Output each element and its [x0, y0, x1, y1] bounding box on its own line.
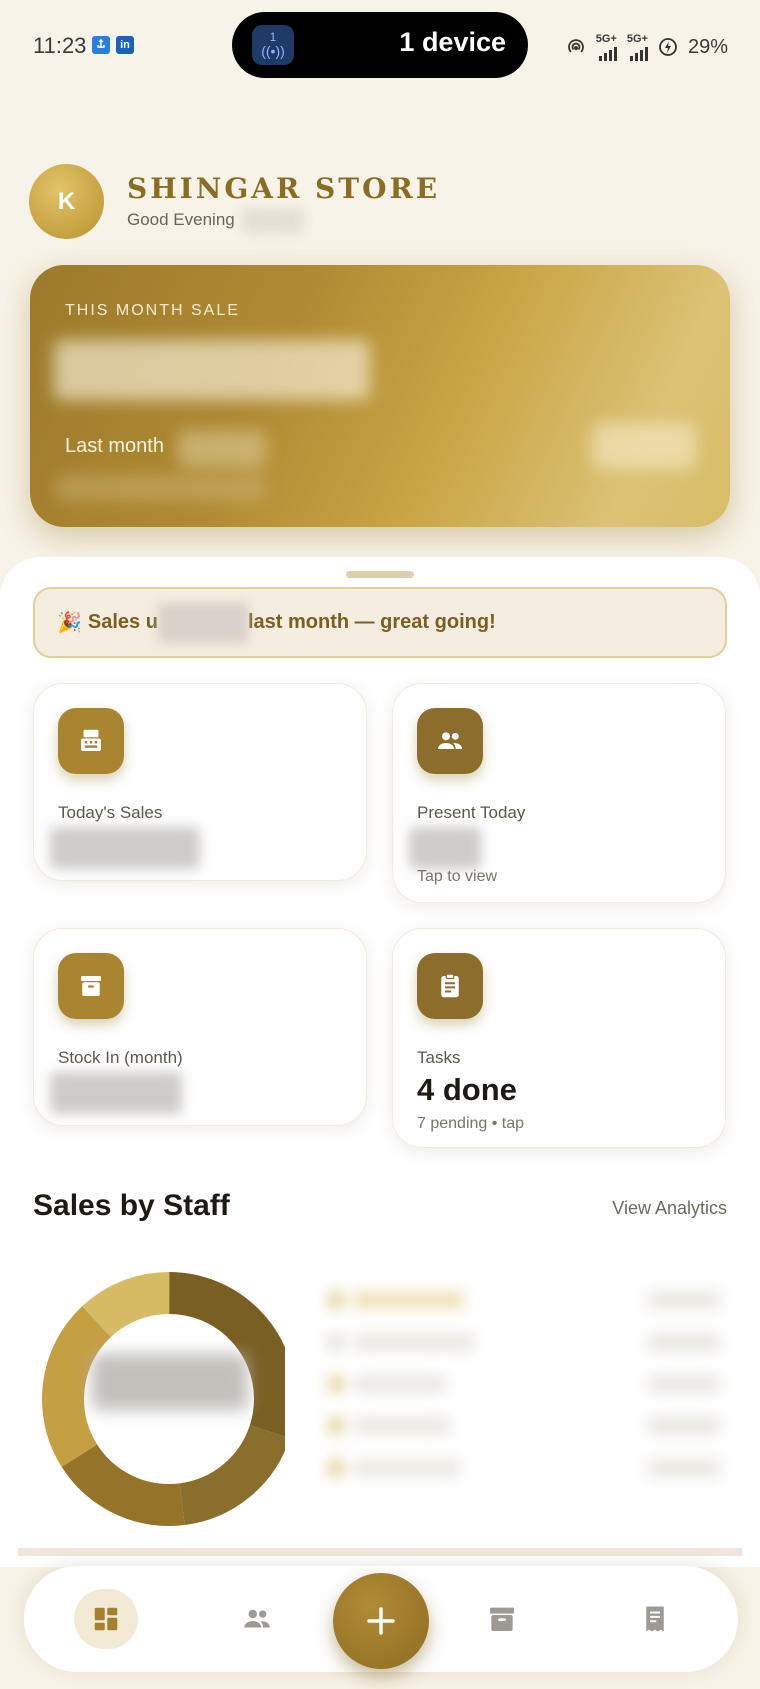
linkedin-icon: in	[116, 36, 134, 54]
tasks-label: Tasks	[417, 1048, 461, 1067]
battery-charging-icon	[659, 38, 677, 56]
sheet-bottom-edge	[18, 1548, 742, 1556]
bills-icon	[646, 1606, 664, 1632]
banner-text-start: Sales u	[87, 611, 158, 633]
stock-in-card[interactable]: Stock In (month)	[33, 928, 367, 1126]
legend-name	[354, 1333, 474, 1351]
dashboard-icon	[94, 1607, 118, 1631]
legend-row[interactable]	[320, 1411, 720, 1441]
banner-text-end: last month — great going!	[247, 611, 496, 633]
nav-bills[interactable]	[623, 1589, 687, 1649]
system-indicators: 5G+ 5G+ 29%	[566, 33, 728, 61]
party-icon: 🎉	[57, 612, 82, 634]
redacted-donut-center-total	[92, 1354, 248, 1410]
sheet-handle[interactable]	[346, 571, 414, 578]
tasks-card[interactable]: Tasks 4 done 7 pending • tap	[392, 928, 726, 1148]
view-analytics-link[interactable]: View Analytics	[612, 1198, 727, 1219]
present-today-label: Present Today	[417, 803, 526, 822]
redacted-user-name	[242, 208, 304, 234]
island-badge-number: 1	[269, 29, 277, 44]
archive-box-icon	[58, 953, 124, 1019]
redacted-banner-percent	[157, 602, 248, 643]
redacted-change-badge	[592, 423, 696, 469]
add-button[interactable]	[333, 1573, 429, 1669]
greeting: Good Evening	[127, 210, 235, 229]
redacted-last-month-value	[178, 430, 266, 468]
stock-icon	[490, 1607, 514, 1631]
clipboard-icon	[417, 953, 483, 1019]
redacted-stock-in-value	[50, 1072, 182, 1114]
add-icon	[367, 1607, 395, 1635]
nav-staff[interactable]	[225, 1589, 289, 1649]
redacted-month-sale-value	[54, 340, 370, 400]
store-name: SHINGAR STORE	[127, 172, 441, 205]
month-sale-label: THIS MONTH SALE	[65, 302, 240, 319]
staff-icon	[244, 1609, 270, 1628]
stock-in-label: Stock In (month)	[58, 1048, 183, 1067]
legend-value	[648, 1333, 720, 1351]
legend-name	[354, 1417, 450, 1435]
donut-clip	[285, 1254, 323, 1544]
legend-value	[648, 1417, 720, 1435]
dynamic-island[interactable]: 1 ((•)) 1 device	[232, 12, 528, 78]
island-text: 1 device	[399, 27, 506, 57]
todays-sales-card[interactable]: Today's Sales	[33, 683, 367, 881]
cash-register-icon	[58, 708, 124, 774]
present-today-card[interactable]: Present Today Tap to view	[392, 683, 726, 903]
legend-value	[648, 1459, 720, 1477]
dashboard-sheet: 🎉 Sales u last month — great going! Today'…	[0, 557, 760, 1567]
legend-row[interactable]	[320, 1285, 720, 1315]
legend-dot	[326, 1416, 346, 1436]
signal-1-icon: 5G+	[596, 33, 617, 61]
legend-dot	[326, 1458, 346, 1478]
legend-dot	[326, 1332, 346, 1352]
sales-banner: 🎉 Sales u last month — great going!	[33, 587, 727, 658]
battery-percent: 29%	[687, 35, 728, 58]
redacted-card-footnote	[56, 475, 266, 501]
legend-dot	[326, 1290, 346, 1310]
hotspot-icon	[567, 39, 584, 53]
status-bar: 11:23 in 1 ((•)) 1 device 5G+ 5G+ 29%	[0, 0, 760, 92]
people-icon	[417, 708, 483, 774]
nav-dashboard[interactable]	[74, 1589, 138, 1649]
legend-name	[354, 1459, 460, 1477]
tasks-pending-hint: 7 pending • tap	[417, 1115, 525, 1132]
redacted-present-count	[409, 827, 481, 869]
clock: 11:23	[33, 33, 87, 58]
signal-2-icon: 5G+	[627, 33, 648, 61]
usb-debug-icon	[92, 36, 110, 54]
month-sale-card[interactable]: THIS MONTH SALE Last month	[30, 265, 730, 527]
redacted-todays-sales-value	[50, 827, 200, 869]
legend-dot	[326, 1374, 346, 1394]
last-month-label: Last month	[65, 435, 164, 457]
bottom-nav	[24, 1566, 738, 1672]
nav-stock[interactable]	[470, 1589, 534, 1649]
legend-value	[648, 1375, 720, 1393]
todays-sales-label: Today's Sales	[58, 803, 163, 822]
avatar[interactable]: K	[29, 164, 104, 239]
legend-name	[354, 1291, 464, 1309]
staff-section-title: Sales by Staff	[33, 1189, 230, 1222]
legend-value	[648, 1291, 720, 1309]
legend-name	[354, 1375, 446, 1393]
legend-row[interactable]	[320, 1453, 720, 1483]
present-today-hint: Tap to view	[417, 868, 498, 885]
network-2-label: 5G+	[626, 33, 648, 45]
legend-row[interactable]	[320, 1369, 720, 1399]
network-1-label: 5G+	[595, 33, 617, 45]
tasks-done-value: 4 done	[417, 1072, 517, 1107]
broadcast-icon: 1 ((•))	[252, 25, 294, 65]
legend-row[interactable]	[320, 1327, 720, 1357]
